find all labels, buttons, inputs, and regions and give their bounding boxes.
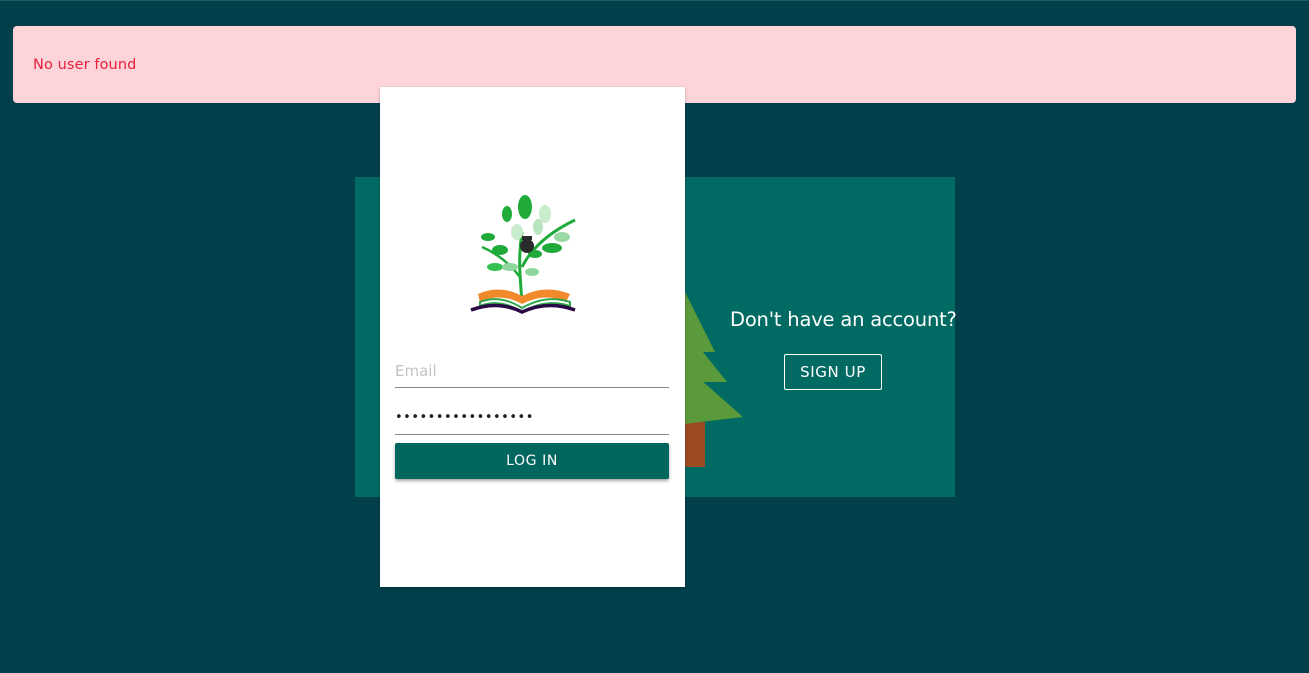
tree-book-logo-icon: [470, 195, 576, 314]
signup-prompt: Don't have an account?: [730, 308, 957, 331]
password-field[interactable]: [395, 400, 669, 435]
signup-button[interactable]: SIGN UP: [784, 354, 882, 390]
alert-message: No user found: [33, 56, 137, 73]
top-border: [0, 0, 1309, 1]
signup-section: Don't have an account?: [730, 300, 957, 331]
email-field[interactable]: [395, 355, 669, 388]
login-button[interactable]: LOG IN: [395, 443, 669, 479]
login-card: LOG IN: [380, 87, 685, 587]
